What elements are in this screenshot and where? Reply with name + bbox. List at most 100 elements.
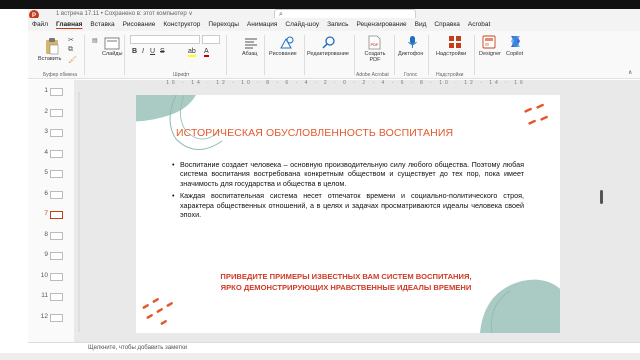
slide-thumbnail[interactable] — [50, 272, 63, 281]
top-dark-bar — [0, 0, 640, 9]
voice-group-label: Голос — [404, 72, 418, 78]
horizontal-ruler: 16 · 14 · 12 · 10 · 8 · 6 · 4 · 2 · 0 · … — [166, 80, 526, 86]
ribbon-tabs: Файл Главная Вставка Рисование Конструктор Пе… — [28, 18, 640, 31]
slide-title[interactable]: ИСТОРИЧЕСКАЯ ОБУСЛОВЛЕННОСТЬ ВОСПИТАНИЯ — [176, 127, 536, 139]
addins-icon[interactable] — [448, 35, 462, 49]
slide-thumbnail[interactable] — [50, 231, 63, 240]
microphone-icon[interactable] — [407, 35, 418, 50]
tab-8[interactable]: Запись — [323, 18, 352, 31]
drawing-shapes-icon[interactable] — [278, 36, 294, 50]
slide-thumbnail[interactable] — [50, 170, 63, 178]
underline-icon[interactable]: U — [150, 48, 155, 55]
vertical-scrollbar-thumb[interactable] — [600, 190, 603, 204]
thumbnail-number: 6 — [44, 189, 48, 197]
paragraph-button[interactable]: Абзац — [242, 51, 257, 57]
clipboard-group-label: Буфер обмена — [43, 72, 77, 78]
tab-11[interactable]: Справка — [430, 18, 464, 31]
ribbon: Вставить ✂ ⧉ 🖌 Буфер обмена Слайды ▤ B I… — [28, 31, 640, 79]
slide-thumbnail[interactable] — [50, 313, 63, 322]
font-size-select[interactable] — [202, 35, 220, 44]
tab-4[interactable]: Конструктор — [159, 18, 204, 31]
footer-line: ЯРКО ДЕМОНСТРИРУЮЩИХ НРАВСТВЕННЫЕ ИДЕАЛЫ… — [220, 283, 472, 292]
paste-button[interactable]: Вставить — [38, 56, 61, 62]
document-meta: 1 встреча 17.11 • Сохранено в: этот комп… — [56, 11, 193, 17]
slides-button[interactable]: Слайды — [102, 51, 122, 57]
slide-thumbnail[interactable] — [50, 88, 63, 96]
editing-button[interactable]: Редактирование — [307, 51, 349, 57]
ribbon-collapse-icon[interactable]: ∧ — [628, 69, 632, 76]
tab-9[interactable]: Рецензирование — [352, 18, 410, 31]
vertical-ruler — [78, 92, 80, 332]
separator — [304, 35, 305, 75]
layout-icon[interactable]: ▤ — [92, 37, 98, 44]
tab-12[interactable]: Acrobat — [464, 18, 494, 31]
addins-group-label: Надстройки — [436, 72, 464, 78]
notes-pane[interactable]: Щелкните, чтобы добавить заметки — [28, 342, 640, 353]
copy-icon[interactable]: ⧉ — [68, 46, 73, 54]
adobe-group-label: Adobe Acrobat — [356, 72, 389, 78]
separator — [474, 35, 475, 75]
separator — [264, 35, 265, 75]
font-color-icon[interactable]: A — [204, 48, 209, 57]
thumbnail-number: 3 — [44, 128, 48, 135]
create-pdf-icon[interactable]: PDF — [368, 35, 381, 50]
bold-icon[interactable]: B — [132, 48, 137, 55]
slide-thumbnail[interactable] — [50, 293, 63, 301]
tab-7[interactable]: Слайд-шоу — [281, 18, 323, 31]
tab-0[interactable]: Файл — [28, 18, 52, 31]
tab-6[interactable]: Анимация — [243, 18, 282, 31]
slide-thumbnail[interactable] — [50, 252, 63, 260]
tab-10[interactable]: Вид — [411, 18, 431, 31]
designer-button[interactable]: Designer — [479, 51, 501, 57]
thumbnail-number: 5 — [44, 169, 48, 176]
svg-text:PDF: PDF — [371, 42, 380, 47]
thumbnail-number: 2 — [44, 107, 48, 115]
dictation-button[interactable]: Диктофон — [398, 51, 423, 57]
thumbnail-number: 7 — [44, 210, 48, 217]
slide[interactable]: ИСТОРИЧЕСКАЯ ОБУСЛОВЛЕННОСТЬ ВОСПИТАНИЯ … — [136, 95, 560, 333]
thumbnail-number: 1 — [44, 87, 48, 94]
slide-thumbnail[interactable] — [50, 149, 63, 158]
format-painter-icon[interactable]: 🖌 — [68, 56, 77, 64]
separator — [394, 35, 395, 75]
new-slide-icon[interactable] — [104, 37, 120, 50]
slide-thumbnail[interactable] — [50, 211, 63, 219]
thumbnail-number: 11 — [41, 292, 48, 299]
italic-icon[interactable]: I — [142, 48, 144, 55]
paragraph-icon[interactable] — [244, 37, 258, 49]
cut-icon[interactable]: ✂ — [68, 36, 74, 44]
highlight-icon[interactable]: ab — [188, 48, 196, 57]
paste-icon[interactable] — [44, 37, 60, 55]
thumbnail-number: 10 — [40, 271, 48, 279]
tab-1[interactable]: Главная — [52, 18, 86, 31]
font-name-select[interactable] — [130, 35, 200, 44]
thumbnail-number: 12 — [40, 312, 48, 320]
slide-bullets[interactable]: Воспитание создает человека – основную п… — [172, 160, 524, 222]
slide-thumbnail[interactable] — [50, 129, 63, 137]
slide-footer-prompt[interactable]: ПРИВЕДИТЕ ПРИМЕРЫ ИЗВЕСТНЫХ ВАМ СИСТЕМ В… — [176, 271, 516, 293]
footer-line: ПРИВЕДИТЕ ПРИМЕРЫ ИЗВЕСТНЫХ ВАМ СИСТЕМ В… — [220, 272, 472, 281]
tab-5[interactable]: Переходы — [204, 18, 243, 31]
thumbnail-number: 4 — [44, 148, 48, 156]
slide-thumbnail[interactable] — [50, 190, 63, 199]
font-group-label: Шрифт — [173, 72, 190, 78]
separator — [84, 35, 85, 75]
bullet-item: Воспитание создает человека – основную п… — [172, 160, 524, 188]
addins-button[interactable]: Надстройки — [436, 51, 466, 57]
copilot-button[interactable]: Copilot — [506, 51, 523, 57]
bullet-item: Каждая воспитательная система несет отпе… — [172, 191, 524, 219]
thumbnail-number: 9 — [44, 251, 48, 258]
tab-3[interactable]: Рисование — [119, 18, 160, 31]
separator — [124, 35, 125, 75]
drawing-button[interactable]: Рисование — [269, 51, 297, 57]
designer-icon[interactable] — [482, 35, 496, 49]
strikethrough-icon[interactable]: S — [160, 48, 165, 55]
tab-2[interactable]: Вставка — [86, 18, 118, 31]
slide-thumbnails-pane: 1 2 3 4 5 6 7 8 9 10 11 12 — [28, 80, 74, 342]
create-pdf-button[interactable]: Создать PDF — [362, 51, 388, 63]
slide-thumbnail[interactable] — [50, 108, 63, 117]
bottom-bar — [0, 353, 640, 360]
copilot-icon[interactable] — [508, 34, 523, 49]
find-icon[interactable] — [322, 35, 336, 49]
separator — [428, 35, 429, 75]
